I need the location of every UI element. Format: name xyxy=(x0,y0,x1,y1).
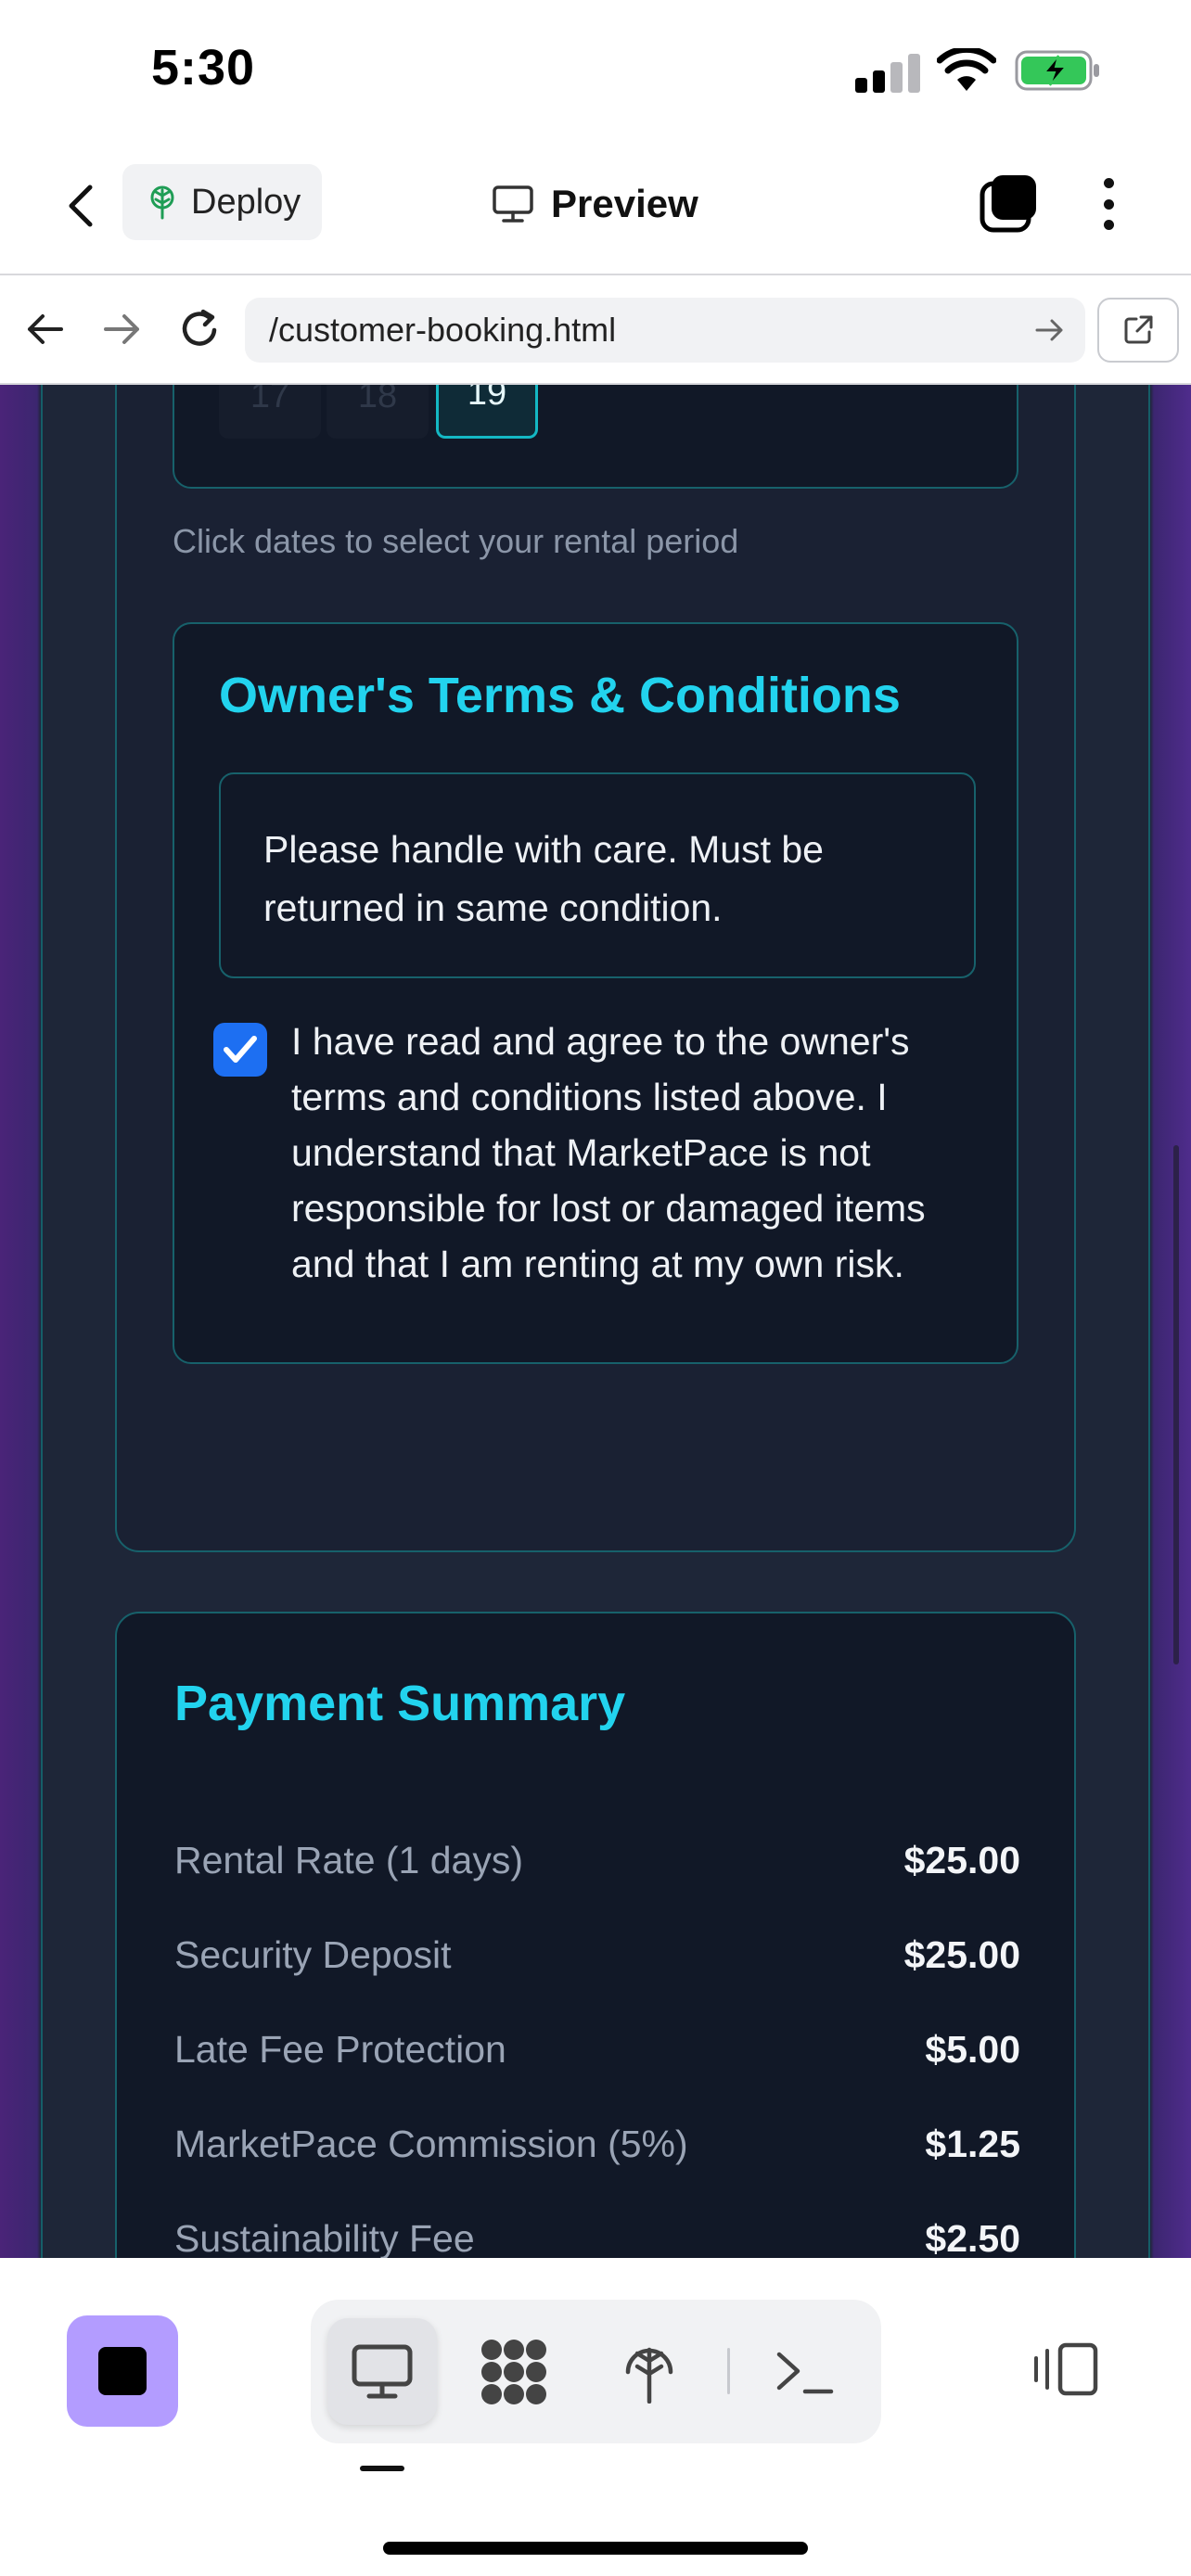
agree-checkbox[interactable] xyxy=(213,1023,267,1077)
payment-row: Sustainability Fee $2.50 xyxy=(174,2211,1020,2259)
wifi-icon xyxy=(937,48,996,91)
payment-summary-card: Payment Summary Rental Rate (1 days) $25… xyxy=(115,1612,1076,2258)
payment-row: MarketPace Commission (5%) $1.25 xyxy=(174,2116,1020,2172)
payment-row-label: Rental Rate (1 days) xyxy=(174,1838,524,1881)
terms-section: Owner's Terms & Conditions Please handle… xyxy=(173,622,1018,1364)
back-button[interactable] xyxy=(54,176,106,236)
battery-charging-icon xyxy=(1015,50,1099,91)
arrow-left-icon xyxy=(28,314,63,344)
web-viewport[interactable]: 17 18 19 Click dates to select your rent… xyxy=(0,385,1191,2258)
status-time: 5:30 xyxy=(151,40,256,96)
deploy-icon xyxy=(625,2347,673,2404)
arrow-right-icon xyxy=(104,314,139,344)
preview-label: Preview xyxy=(551,182,698,225)
checkmark-icon xyxy=(224,1036,257,1063)
payment-row-label: Sustainability Fee xyxy=(174,2216,475,2259)
payment-row-amount: $25.00 xyxy=(903,1932,1020,1976)
deploy-button[interactable]: Deploy xyxy=(122,164,322,240)
toolbar-divider xyxy=(727,2348,730,2394)
date-selection-hint: Click dates to select your rental period xyxy=(173,522,739,560)
reload-button[interactable] xyxy=(174,303,226,355)
reload-icon xyxy=(182,309,217,346)
open-external-button[interactable] xyxy=(1097,298,1179,363)
tabs-icon[interactable] xyxy=(979,172,1040,234)
view-switcher xyxy=(311,2300,881,2443)
preview-tab[interactable]: Preview xyxy=(492,174,698,234)
monitor-icon xyxy=(493,185,533,223)
url-input[interactable]: /customer-booking.html xyxy=(245,298,1085,363)
tool-deploy[interactable] xyxy=(595,2318,704,2425)
tool-shell[interactable] xyxy=(750,2318,860,2425)
payment-row: Security Deposit $25.00 xyxy=(174,1927,1020,1983)
back-chevron-icon xyxy=(69,185,93,227)
terms-text: Please handle with care. Must be returne… xyxy=(219,772,976,978)
payment-row: Rental Rate (1 days) $25.00 xyxy=(174,1832,1020,1888)
stop-icon xyxy=(98,2347,147,2395)
more-menu-button[interactable] xyxy=(1085,174,1132,234)
payment-row-amount: $5.00 xyxy=(925,2027,1020,2071)
stop-button[interactable] xyxy=(67,2315,178,2427)
calendar-day-selected[interactable]: 19 xyxy=(436,385,538,439)
more-vertical-icon xyxy=(1103,178,1114,188)
payment-row-amount: $25.00 xyxy=(903,1838,1020,1881)
calendar-day: 18 xyxy=(327,385,429,439)
monitor-icon xyxy=(352,2344,413,2398)
agree-label[interactable]: I have read and agree to the owner's ter… xyxy=(291,1014,978,1292)
tool-apps[interactable] xyxy=(459,2318,569,2425)
payment-summary-title: Payment Summary xyxy=(174,1676,626,1731)
apps-icon xyxy=(481,2339,546,2404)
payment-row-amount: $2.50 xyxy=(925,2216,1020,2259)
deploy-label: Deploy xyxy=(191,182,301,222)
browser-back-button[interactable] xyxy=(19,303,70,355)
go-arrow-icon[interactable] xyxy=(1033,313,1067,347)
terms-title: Owner's Terms & Conditions xyxy=(219,668,901,723)
url-text: /customer-booking.html xyxy=(269,311,617,349)
calendar-grid: 17 18 19 xyxy=(173,385,1018,489)
bottom-toolbar xyxy=(0,2258,1191,2576)
payment-row-amount: $1.25 xyxy=(925,2122,1020,2165)
home-indicator xyxy=(383,2542,808,2555)
payment-row-label: Security Deposit xyxy=(174,1932,452,1976)
tool-preview[interactable] xyxy=(327,2318,437,2425)
page-scrollbar[interactable] xyxy=(1173,1145,1179,1664)
deploy-icon xyxy=(150,185,174,220)
status-bar: 5:30 xyxy=(0,0,1191,139)
app-bar: Deploy Preview xyxy=(0,139,1191,274)
payment-row-label: Late Fee Protection xyxy=(174,2027,506,2071)
payment-row: Late Fee Protection $5.00 xyxy=(174,2021,1020,2077)
panel-toggle-button[interactable] xyxy=(1030,2332,1104,2406)
signal-icon xyxy=(855,52,920,93)
terminal-icon xyxy=(776,2352,834,2393)
url-row: /customer-booking.html xyxy=(0,274,1191,385)
panel-toggle-icon xyxy=(1034,2342,1098,2396)
active-tab-indicator xyxy=(360,2466,404,2471)
calendar-day: 17 xyxy=(219,385,321,439)
open-external-icon xyxy=(1124,315,1153,344)
browser-forward-button[interactable] xyxy=(96,303,148,355)
payment-row-label: MarketPace Commission (5%) xyxy=(174,2122,688,2165)
